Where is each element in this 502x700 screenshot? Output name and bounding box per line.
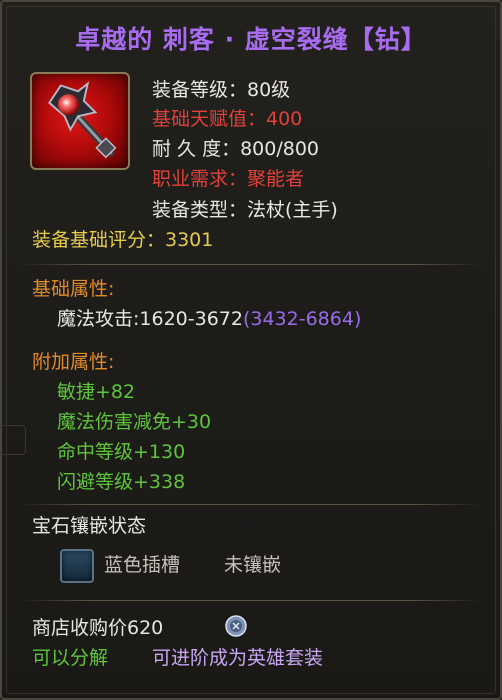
- base-attr-header: 基础属性:: [32, 278, 115, 300]
- magic-attack-line: 魔法攻击:1620-3672(3432-6864): [57, 307, 361, 331]
- silver-coin-icon: [225, 615, 247, 637]
- socket-label: 蓝色插槽: [104, 554, 181, 576]
- divider: [20, 600, 482, 601]
- equip-level: 装备等级：80级: [152, 79, 291, 101]
- magic-attack-bonus: (3432-6864): [242, 308, 362, 330]
- decompose-note: 可以分解: [32, 647, 109, 669]
- class-requirement: 职业需求：聚能者: [152, 168, 305, 190]
- gem-header: 宝石镶嵌状态: [32, 515, 147, 537]
- sell-price: 商店收购价620: [32, 617, 164, 639]
- magic-attack: 魔法攻击:1620-3672: [57, 308, 243, 330]
- extra-attr-item: 命中等级+130: [57, 441, 186, 463]
- base-score: 装备基础评分：3301: [32, 229, 214, 251]
- durability: 耐 久 度：800/800: [152, 138, 320, 160]
- extra-attr-item: 闪避等级+338: [57, 471, 186, 493]
- divider: [20, 264, 482, 265]
- extra-attr-header: 附加属性:: [32, 351, 115, 373]
- window-edge: [0, 425, 26, 455]
- item-tooltip: 卓越的 刺客 · 虚空裂缝【钻】 装备等级：80级 基础天赋值：400 耐 久 …: [0, 0, 502, 700]
- upgrade-note: 可进阶成为英雄套装: [152, 647, 324, 669]
- staff-icon: [30, 72, 130, 170]
- extra-attr-item: 敏捷+82: [57, 381, 136, 403]
- extra-attr-item: 魔法伤害减免+30: [57, 411, 212, 433]
- blue-socket-icon: [60, 549, 94, 583]
- divider: [20, 504, 482, 505]
- equip-type: 装备类型：法杖(主手): [152, 199, 338, 221]
- talent-value: 基础天赋值：400: [152, 108, 303, 130]
- socket-status: 未镶嵌: [224, 554, 282, 576]
- item-title: 卓越的 刺客 · 虚空裂缝【钻】: [75, 25, 427, 54]
